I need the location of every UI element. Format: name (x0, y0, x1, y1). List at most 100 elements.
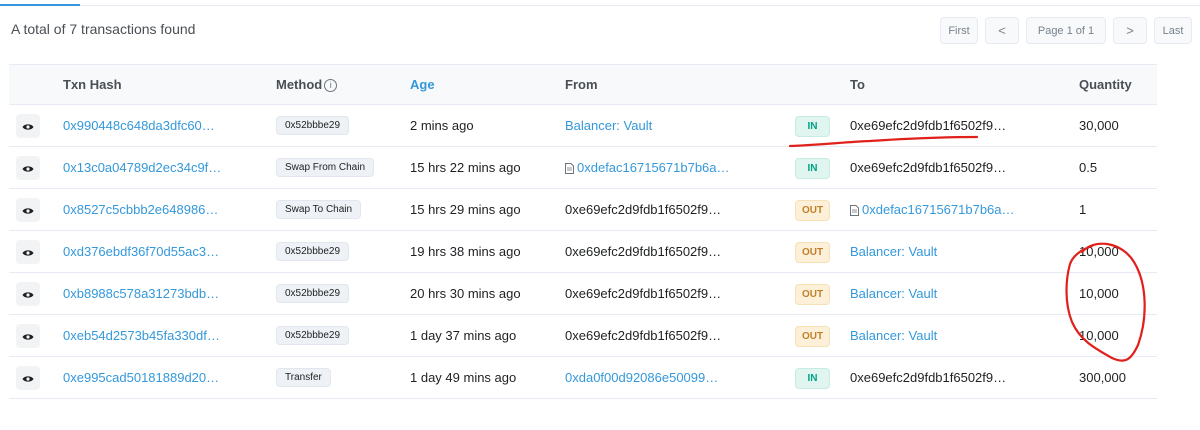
eye-icon (22, 287, 34, 302)
document-icon (565, 162, 574, 177)
to-address-text: Balancer: Vault (850, 244, 938, 259)
to-address[interactable]: Balancer: Vault (850, 328, 937, 343)
view-details-button[interactable] (16, 240, 40, 264)
prev-page-button[interactable]: < (985, 17, 1019, 44)
eye-icon (22, 161, 34, 176)
age-cell: 1 day 37 mins ago (410, 328, 517, 343)
from-address-text: 0xe69efc2d9fdb1f6502f9… (565, 202, 722, 217)
document-icon (850, 204, 859, 219)
quantity-cell: 30,000 (1079, 118, 1119, 133)
from-address-text: 0xda0f00d92086e50099… (565, 370, 719, 385)
to-address: 0xe69efc2d9fdb1f6502f9… (850, 370, 1006, 385)
method-badge: Swap From Chain (276, 158, 375, 177)
quantity-cell: 0.5 (1079, 160, 1098, 175)
page-indicator: Page 1 of 1 (1026, 17, 1106, 44)
method-badge: Transfer (276, 368, 331, 387)
column-header-age[interactable]: Age (410, 77, 435, 92)
txn-hash-link[interactable]: 0x990448c648da3dfc60… (63, 118, 215, 133)
quantity-cell: 300,000 (1079, 370, 1126, 385)
to-address-text: Balancer: Vault (850, 328, 938, 343)
table-row: 0xe995cad50181889d20… Transfer 1 day 49 mi… (9, 357, 1157, 399)
info-icon[interactable]: i (324, 79, 338, 92)
eye-icon (22, 203, 34, 218)
direction-badge: IN (795, 368, 830, 389)
eye-icon (22, 119, 34, 134)
direction-badge: IN (795, 116, 830, 137)
from-address[interactable]: 0xdefac16715671b7b6a… (565, 160, 730, 177)
quantity-cell: 10,000 (1079, 244, 1119, 259)
pagination: First < Page 1 of 1 > Last (940, 17, 1192, 44)
direction-badge: OUT (795, 242, 830, 263)
direction-badge: OUT (795, 284, 830, 305)
age-cell: 15 hrs 29 mins ago (410, 202, 521, 217)
method-badge: 0x52bbbe29 (276, 242, 350, 261)
transactions-table: Txn Hash Method i Age From To Quantity 0x… (9, 64, 1157, 399)
table-row: 0xb8988c578a31273bdb… 0x52bbbe29 20 hrs 30… (9, 273, 1157, 315)
top-divider (0, 0, 1200, 6)
from-address: 0xe69efc2d9fdb1f6502f9… (565, 244, 721, 259)
from-address-text: Balancer: Vault (565, 118, 653, 133)
first-page-button[interactable]: First (940, 17, 978, 44)
from-address-text: 0xe69efc2d9fdb1f6502f9… (565, 244, 722, 259)
table-row: 0xeb54d2573b45fa330df… 0x52bbbe29 1 day 37… (9, 315, 1157, 357)
transactions-count-label: A total of 7 transactions found (11, 21, 196, 37)
direction-badge: OUT (795, 200, 830, 221)
age-cell: 1 day 49 mins ago (410, 370, 517, 385)
method-badge: 0x52bbbe29 (276, 116, 350, 135)
direction-badge: OUT (795, 326, 830, 347)
to-address-text: Balancer: Vault (850, 286, 938, 301)
from-address: 0xe69efc2d9fdb1f6502f9… (565, 328, 721, 343)
column-header-from: From (565, 77, 598, 92)
from-address-text: 0xe69efc2d9fdb1f6502f9… (565, 286, 722, 301)
from-address[interactable]: Balancer: Vault (565, 118, 652, 133)
active-tab-indicator (0, 4, 80, 6)
view-details-button[interactable] (16, 198, 40, 222)
from-address: 0xe69efc2d9fdb1f6502f9… (565, 202, 721, 217)
txn-hash-link[interactable]: 0xd376ebdf36f70d55ac3… (63, 244, 219, 259)
method-badge: 0x52bbbe29 (276, 326, 350, 345)
last-page-button[interactable]: Last (1154, 17, 1192, 44)
next-page-button[interactable]: > (1113, 17, 1147, 44)
view-details-button[interactable] (16, 282, 40, 306)
txn-hash-link[interactable]: 0xe995cad50181889d20… (63, 370, 219, 385)
to-address[interactable]: 0xdefac16715671b7b6a… (850, 202, 1015, 219)
column-header-method: Method i (276, 77, 338, 92)
to-address: 0xe69efc2d9fdb1f6502f9… (850, 160, 1006, 175)
table-row: 0xd376ebdf36f70d55ac3… 0x52bbbe29 19 hrs 3… (9, 231, 1157, 273)
txn-hash-link[interactable]: 0xeb54d2573b45fa330df… (63, 328, 220, 343)
from-address[interactable]: 0xda0f00d92086e50099… (565, 370, 718, 385)
txn-hash-link[interactable]: 0xb8988c578a31273bdb… (63, 286, 219, 301)
eye-icon (22, 329, 34, 344)
quantity-cell: 10,000 (1079, 286, 1119, 301)
age-cell: 2 mins ago (410, 118, 474, 133)
eye-icon (22, 371, 34, 386)
column-header-method-label: Method (276, 77, 323, 92)
column-header-quantity: Quantity (1079, 77, 1132, 92)
method-badge: Swap To Chain (276, 200, 362, 219)
quantity-cell: 10,000 (1079, 328, 1119, 343)
table-header: Txn Hash Method i Age From To Quantity (9, 64, 1157, 105)
to-address[interactable]: Balancer: Vault (850, 244, 937, 259)
to-address-text: 0xe69efc2d9fdb1f6502f9… (850, 370, 1007, 385)
to-address: 0xe69efc2d9fdb1f6502f9… (850, 118, 1006, 133)
age-cell: 20 hrs 30 mins ago (410, 286, 521, 301)
view-details-button[interactable] (16, 114, 40, 138)
column-header-txn-hash: Txn Hash (63, 77, 122, 92)
view-details-button[interactable] (16, 156, 40, 180)
quantity-cell: 1 (1079, 202, 1087, 217)
table-body: 0x990448c648da3dfc60… 0x52bbbe29 2 mins ag… (9, 105, 1157, 399)
view-details-button[interactable] (16, 366, 40, 390)
from-address: 0xe69efc2d9fdb1f6502f9… (565, 286, 721, 301)
table-row: 0x990448c648da3dfc60… 0x52bbbe29 2 mins ag… (9, 105, 1157, 147)
from-address-text: 0xe69efc2d9fdb1f6502f9… (565, 328, 722, 343)
column-header-to: To (850, 77, 865, 92)
view-details-button[interactable] (16, 324, 40, 348)
eye-icon (22, 245, 34, 260)
table-row: 0x13c0a04789d2ec34c9f… Swap From Chain 15 … (9, 147, 1157, 189)
to-address[interactable]: Balancer: Vault (850, 286, 937, 301)
table-row: 0x8527c5cbbb2e648986… Swap To Chain 15 hrs… (9, 189, 1157, 231)
txn-hash-link[interactable]: 0x13c0a04789d2ec34c9f… (63, 160, 221, 175)
from-address-text: 0xdefac16715671b7b6a… (577, 160, 730, 175)
txn-hash-link[interactable]: 0x8527c5cbbb2e648986… (63, 202, 218, 217)
direction-badge: IN (795, 158, 830, 179)
